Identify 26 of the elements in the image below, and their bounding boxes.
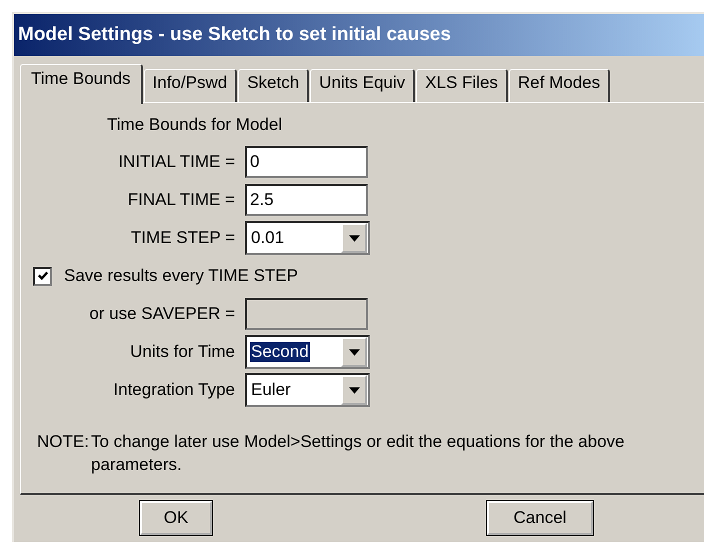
input-field[interactable]: 0 (245, 146, 368, 178)
field-label: or use SAVEPER = (88, 304, 236, 324)
dialog-button[interactable]: Cancel (487, 501, 593, 535)
checkmark-icon (36, 270, 48, 282)
tab[interactable]: Info/Pswd (144, 69, 238, 102)
field-label: INITIAL TIME = (117, 152, 236, 172)
tab[interactable]: Sketch (238, 69, 310, 102)
dropdown[interactable]: 0.01 (245, 221, 370, 255)
field-label: Integration Type (112, 380, 236, 400)
dialog-button[interactable]: OK (140, 501, 212, 535)
tab[interactable]: XLS Files (416, 69, 508, 102)
dropdown[interactable]: Second (245, 335, 370, 369)
note-text: To change later use Model>Settings or edit the equations for the above parameters. (91, 431, 626, 476)
checkbox-label: Save results every TIME STEP (64, 266, 298, 286)
tab[interactable]: Time Bounds (20, 64, 143, 104)
input-field[interactable]: 2.5 (245, 184, 368, 216)
section-title: Time Bounds for Model (107, 115, 284, 136)
window-title: Model Settings - use Sketch to set initial causes (18, 24, 451, 46)
field-label: Units for Time (129, 342, 236, 362)
tab[interactable]: Units Equiv (310, 69, 416, 102)
dropdown[interactable]: Euler (245, 373, 370, 407)
checkbox[interactable] (33, 266, 52, 286)
note-label: NOTE: (37, 431, 90, 453)
field-label: TIME STEP = (130, 228, 236, 248)
tab[interactable]: Ref Modes (508, 69, 610, 102)
field-label: FINAL TIME = (126, 190, 236, 210)
